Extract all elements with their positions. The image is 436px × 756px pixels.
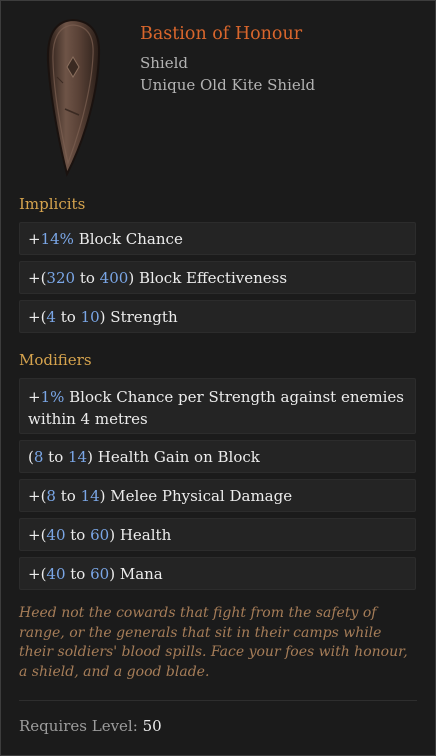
modifier-row: +(40 to 60) Mana — [19, 557, 416, 590]
lore-text: Heed not the cowards that fight from the… — [19, 605, 408, 680]
implicit-row: +14% Block Chance — [19, 222, 416, 255]
value-min: 8 — [46, 486, 56, 505]
item-type: Shield — [140, 54, 189, 72]
item-name: Bastion of Honour — [140, 24, 303, 44]
modifiers-title: Modifiers — [19, 351, 92, 369]
stat-text: Health — [115, 525, 172, 544]
value: 1% — [40, 388, 65, 406]
kite-shield-icon — [45, 17, 101, 177]
prefix: + — [28, 229, 41, 248]
implicit-row: +(4 to 10) Strength — [19, 300, 416, 333]
range-sep: to — [65, 564, 91, 583]
implicit-row: +(320 to 400) Block Effectiveness — [19, 261, 416, 294]
value-max: 60 — [90, 564, 110, 583]
modifier-row: +(8 to 14) Melee Physical Damage — [19, 479, 416, 512]
modifier-row: (8 to 14) Health Gain on Block — [19, 440, 416, 473]
value-min: 8 — [33, 447, 44, 466]
range-sep: to — [55, 307, 81, 326]
prefix: + — [28, 388, 41, 406]
stat-text: Mana — [115, 564, 163, 583]
level-requirement: Requires Level: 50 — [19, 715, 162, 737]
item-title-block: Bastion of Honour Shield Unique Old Kite… — [140, 23, 315, 96]
value-max: 10 — [80, 307, 100, 326]
range-sep: to — [75, 268, 100, 287]
modifier-row: +(40 to 60) Health — [19, 518, 416, 551]
requirement-level: 50 — [142, 717, 162, 735]
value-min: 40 — [46, 525, 66, 544]
value-min: 320 — [46, 268, 76, 287]
stat-text: Melee Physical Damage — [105, 486, 293, 505]
value: 14% — [40, 229, 74, 248]
item-tooltip: Bastion of Honour Shield Unique Old Kite… — [0, 0, 436, 756]
value-min: 40 — [46, 564, 66, 583]
prefix: +( — [28, 564, 47, 583]
stat-text: Health Gain on Block — [92, 447, 260, 466]
stat-text: Block Chance — [73, 229, 183, 248]
value-max: 400 — [99, 268, 129, 287]
value-max: 14 — [80, 486, 100, 505]
range-sep: to — [65, 525, 91, 544]
stat-text: Block Chance per Strength against enemie… — [28, 388, 404, 428]
stat-text: Block Effectiveness — [134, 268, 288, 287]
prefix: +( — [28, 525, 47, 544]
item-base-type: Unique Old Kite Shield — [140, 76, 316, 94]
value-max: 14 — [68, 447, 88, 466]
value-min: 4 — [46, 307, 56, 326]
modifier-row: +1% Block Chance per Strength against en… — [19, 378, 416, 434]
prefix: +( — [28, 307, 47, 326]
range-sep: to — [55, 486, 81, 505]
divider — [19, 700, 417, 701]
range-sep: to — [43, 447, 69, 466]
value-max: 60 — [90, 525, 110, 544]
prefix: +( — [28, 486, 47, 505]
implicits-title: Implicits — [19, 195, 86, 213]
item-header: Bastion of Honour Shield Unique Old Kite… — [1, 1, 435, 183]
requirement-label: Requires Level: — [19, 717, 143, 735]
prefix: +( — [28, 268, 47, 287]
stat-text: Strength — [105, 307, 178, 326]
